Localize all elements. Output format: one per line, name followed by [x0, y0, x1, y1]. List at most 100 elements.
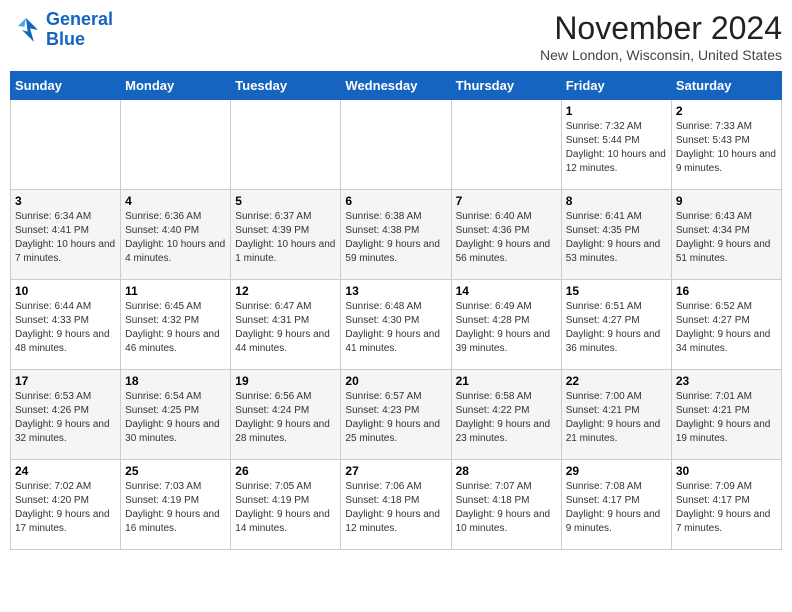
- calendar-cell: 15Sunrise: 6:51 AM Sunset: 4:27 PM Dayli…: [561, 280, 671, 370]
- day-number: 29: [566, 464, 667, 478]
- day-number: 6: [345, 194, 446, 208]
- day-info: Sunrise: 7:33 AM Sunset: 5:43 PM Dayligh…: [676, 120, 777, 176]
- weekday-header-thursday: Thursday: [451, 72, 561, 100]
- calendar-cell: [121, 100, 231, 190]
- weekday-header-friday: Friday: [561, 72, 671, 100]
- calendar-cell: 18Sunrise: 6:54 AM Sunset: 4:25 PM Dayli…: [121, 370, 231, 460]
- day-info: Sunrise: 6:48 AM Sunset: 4:30 PM Dayligh…: [345, 300, 446, 356]
- calendar-cell: 1Sunrise: 7:32 AM Sunset: 5:44 PM Daylig…: [561, 100, 671, 190]
- day-number: 28: [456, 464, 557, 478]
- month-title: November 2024: [540, 10, 782, 47]
- day-info: Sunrise: 7:00 AM Sunset: 4:21 PM Dayligh…: [566, 390, 667, 446]
- calendar-table: SundayMondayTuesdayWednesdayThursdayFrid…: [10, 71, 782, 550]
- weekday-header-sunday: Sunday: [11, 72, 121, 100]
- day-info: Sunrise: 6:51 AM Sunset: 4:27 PM Dayligh…: [566, 300, 667, 356]
- day-number: 12: [235, 284, 336, 298]
- day-number: 3: [15, 194, 116, 208]
- calendar-cell: 26 Sunrise: 7:05 AM Sunset: 4:19 PM Dayli…: [231, 460, 341, 550]
- day-info: Sunrise: 6:38 AM Sunset: 4:38 PM Dayligh…: [345, 210, 446, 266]
- calendar-cell: 4 Sunrise: 6:36 AM Sunset: 4:40 PM Daylig…: [121, 190, 231, 280]
- calendar-cell: [231, 100, 341, 190]
- day-number: 13: [345, 284, 446, 298]
- calendar-cell: 2 Sunrise: 7:33 AM Sunset: 5:43 PM Daylig…: [671, 100, 781, 190]
- day-number: 14: [456, 284, 557, 298]
- day-number: 21: [456, 374, 557, 388]
- weekday-header-wednesday: Wednesday: [341, 72, 451, 100]
- day-number: 20: [345, 374, 446, 388]
- calendar-cell: 28Sunrise: 7:07 AM Sunset: 4:18 PM Dayli…: [451, 460, 561, 550]
- calendar-cell: 9 Sunrise: 6:43 AM Sunset: 4:34 PM Daylig…: [671, 190, 781, 280]
- day-info: Sunrise: 7:05 AM Sunset: 4:19 PM Dayligh…: [235, 480, 336, 536]
- calendar-cell: 10Sunrise: 6:44 AM Sunset: 4:33 PM Dayli…: [11, 280, 121, 370]
- calendar-cell: 22Sunrise: 7:00 AM Sunset: 4:21 PM Dayli…: [561, 370, 671, 460]
- calendar-cell: 7 Sunrise: 6:40 AM Sunset: 4:36 PM Daylig…: [451, 190, 561, 280]
- day-number: 19: [235, 374, 336, 388]
- calendar-cell: 23 Sunrise: 7:01 AM Sunset: 4:21 PM Dayli…: [671, 370, 781, 460]
- day-number: 9: [676, 194, 777, 208]
- logo: General Blue: [10, 10, 113, 50]
- calendar-cell: 6 Sunrise: 6:38 AM Sunset: 4:38 PM Daylig…: [341, 190, 451, 280]
- week-row-4: 24 Sunrise: 7:02 AM Sunset: 4:20 PM Dayli…: [11, 460, 782, 550]
- calendar-cell: [451, 100, 561, 190]
- calendar-cell: 11Sunrise: 6:45 AM Sunset: 4:32 PM Dayli…: [121, 280, 231, 370]
- day-info: Sunrise: 7:32 AM Sunset: 5:44 PM Dayligh…: [566, 120, 667, 176]
- day-number: 26: [235, 464, 336, 478]
- calendar-cell: 25 Sunrise: 7:03 AM Sunset: 4:19 PM Dayli…: [121, 460, 231, 550]
- location-title: New London, Wisconsin, United States: [540, 47, 782, 63]
- day-info: Sunrise: 6:47 AM Sunset: 4:31 PM Dayligh…: [235, 300, 336, 356]
- day-number: 11: [125, 284, 226, 298]
- day-number: 5: [235, 194, 336, 208]
- calendar-cell: [11, 100, 121, 190]
- day-number: 4: [125, 194, 226, 208]
- week-row-3: 17Sunrise: 6:53 AM Sunset: 4:26 PM Dayli…: [11, 370, 782, 460]
- calendar-cell: 12 Sunrise: 6:47 AM Sunset: 4:31 PM Dayli…: [231, 280, 341, 370]
- day-info: Sunrise: 6:56 AM Sunset: 4:24 PM Dayligh…: [235, 390, 336, 446]
- day-info: Sunrise: 6:57 AM Sunset: 4:23 PM Dayligh…: [345, 390, 446, 446]
- calendar-cell: 3 Sunrise: 6:34 AM Sunset: 4:41 PM Daylig…: [11, 190, 121, 280]
- day-number: 23: [676, 374, 777, 388]
- logo-line2: Blue: [46, 29, 85, 49]
- calendar-cell: 13 Sunrise: 6:48 AM Sunset: 4:30 PM Dayli…: [341, 280, 451, 370]
- calendar-cell: 8Sunrise: 6:41 AM Sunset: 4:35 PM Daylig…: [561, 190, 671, 280]
- day-number: 16: [676, 284, 777, 298]
- day-info: Sunrise: 6:40 AM Sunset: 4:36 PM Dayligh…: [456, 210, 557, 266]
- calendar-cell: 27 Sunrise: 7:06 AM Sunset: 4:18 PM Dayli…: [341, 460, 451, 550]
- day-info: Sunrise: 6:58 AM Sunset: 4:22 PM Dayligh…: [456, 390, 557, 446]
- day-number: 18: [125, 374, 226, 388]
- logo-text: General Blue: [46, 10, 113, 50]
- day-info: Sunrise: 7:03 AM Sunset: 4:19 PM Dayligh…: [125, 480, 226, 536]
- day-info: Sunrise: 7:02 AM Sunset: 4:20 PM Dayligh…: [15, 480, 116, 536]
- logo-icon: [10, 14, 42, 46]
- day-info: Sunrise: 7:01 AM Sunset: 4:21 PM Dayligh…: [676, 390, 777, 446]
- day-number: 24: [15, 464, 116, 478]
- day-info: Sunrise: 6:53 AM Sunset: 4:26 PM Dayligh…: [15, 390, 116, 446]
- calendar-cell: 14 Sunrise: 6:49 AM Sunset: 4:28 PM Dayli…: [451, 280, 561, 370]
- day-number: 10: [15, 284, 116, 298]
- day-info: Sunrise: 6:36 AM Sunset: 4:40 PM Dayligh…: [125, 210, 226, 266]
- weekday-header-tuesday: Tuesday: [231, 72, 341, 100]
- title-area: November 2024 New London, Wisconsin, Uni…: [540, 10, 782, 63]
- day-number: 2: [676, 104, 777, 118]
- day-number: 30: [676, 464, 777, 478]
- calendar-cell: 30 Sunrise: 7:09 AM Sunset: 4:17 PM Dayli…: [671, 460, 781, 550]
- calendar-cell: 19 Sunrise: 6:56 AM Sunset: 4:24 PM Dayli…: [231, 370, 341, 460]
- calendar-cell: 20 Sunrise: 6:57 AM Sunset: 4:23 PM Dayli…: [341, 370, 451, 460]
- day-number: 25: [125, 464, 226, 478]
- calendar-cell: 24 Sunrise: 7:02 AM Sunset: 4:20 PM Dayli…: [11, 460, 121, 550]
- week-row-1: 3 Sunrise: 6:34 AM Sunset: 4:41 PM Daylig…: [11, 190, 782, 280]
- calendar-cell: 29Sunrise: 7:08 AM Sunset: 4:17 PM Dayli…: [561, 460, 671, 550]
- day-info: Sunrise: 6:34 AM Sunset: 4:41 PM Dayligh…: [15, 210, 116, 266]
- day-info: Sunrise: 6:43 AM Sunset: 4:34 PM Dayligh…: [676, 210, 777, 266]
- calendar-cell: [341, 100, 451, 190]
- calendar-cell: 21 Sunrise: 6:58 AM Sunset: 4:22 PM Dayli…: [451, 370, 561, 460]
- week-row-2: 10Sunrise: 6:44 AM Sunset: 4:33 PM Dayli…: [11, 280, 782, 370]
- calendar-cell: 5 Sunrise: 6:37 AM Sunset: 4:39 PM Daylig…: [231, 190, 341, 280]
- week-row-0: 1Sunrise: 7:32 AM Sunset: 5:44 PM Daylig…: [11, 100, 782, 190]
- calendar-cell: 16Sunrise: 6:52 AM Sunset: 4:27 PM Dayli…: [671, 280, 781, 370]
- day-number: 7: [456, 194, 557, 208]
- day-number: 27: [345, 464, 446, 478]
- day-info: Sunrise: 6:37 AM Sunset: 4:39 PM Dayligh…: [235, 210, 336, 266]
- day-info: Sunrise: 7:06 AM Sunset: 4:18 PM Dayligh…: [345, 480, 446, 536]
- day-info: Sunrise: 7:09 AM Sunset: 4:17 PM Dayligh…: [676, 480, 777, 536]
- day-info: Sunrise: 6:49 AM Sunset: 4:28 PM Dayligh…: [456, 300, 557, 356]
